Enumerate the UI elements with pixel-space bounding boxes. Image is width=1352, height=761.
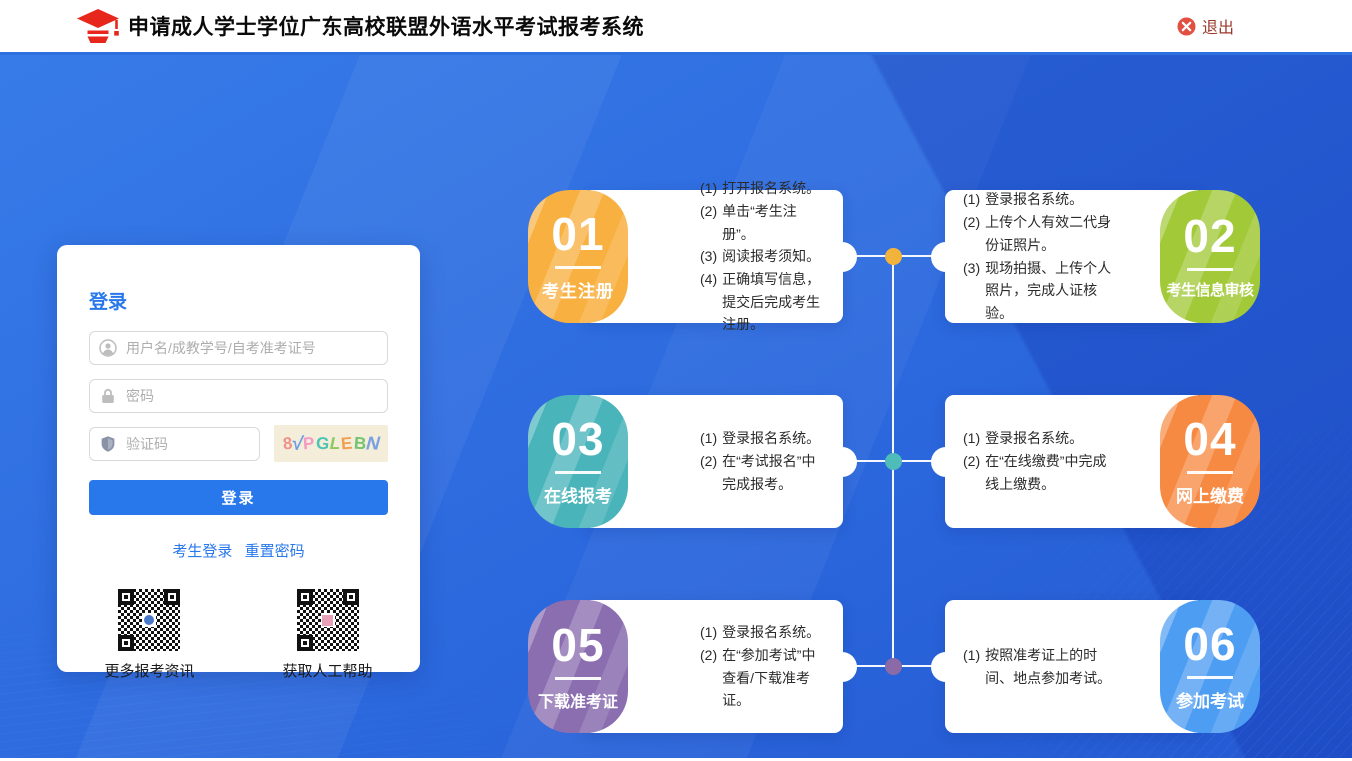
- qr-finder: [297, 589, 313, 605]
- step-text: 登录报名系统。: [722, 621, 820, 644]
- step-text: 登录报名系统。: [722, 427, 820, 450]
- connector-dot-2: [885, 453, 902, 470]
- badge-title: 网上缴费: [1176, 482, 1244, 507]
- password-row: [89, 379, 388, 413]
- step-text: 打开报名系统。: [722, 177, 820, 200]
- connector-dot-1: [885, 248, 902, 265]
- qr-finder: [118, 635, 134, 651]
- badge-divider: [555, 471, 601, 474]
- badge-number: 06: [1183, 621, 1236, 667]
- flow-badge-02: 02 考生信息审核: [1160, 190, 1260, 323]
- badge-title: 下载准考证: [538, 688, 618, 712]
- badge-divider: [1187, 268, 1233, 271]
- badge-number: 05: [551, 622, 604, 668]
- qr-code-more-info: [118, 589, 180, 651]
- badge-divider: [1187, 676, 1233, 679]
- step-text: 现场拍摄、上传个人照片，完成人证核验。: [985, 257, 1113, 325]
- badge-divider: [555, 677, 601, 680]
- step-text: 单击“考生注册”。: [722, 200, 823, 245]
- flow-card-06: (1)按照准考证上的时间、地点参加考试。 06 参加考试: [945, 600, 1260, 733]
- login-card: 登录 8: [57, 245, 420, 672]
- qr-finder: [297, 635, 313, 651]
- flow-badge-03: 03 在线报考: [528, 395, 628, 528]
- flow-badge-06: 06 参加考试: [1160, 600, 1260, 733]
- step-text: 阅读报考须知。: [722, 245, 820, 268]
- badge-title: 考生信息审核: [1166, 279, 1253, 300]
- badge-title: 在线报考: [544, 482, 612, 507]
- step-text: 在“考试报名”中完成报考。: [722, 450, 823, 495]
- captcha-char: E: [341, 433, 354, 454]
- captcha-char: P: [303, 433, 316, 454]
- graduation-cap-icon: [75, 6, 121, 48]
- connector-dot-3: [885, 658, 902, 675]
- password-input[interactable]: [89, 379, 388, 413]
- badge-number: 03: [551, 416, 604, 462]
- login-links: 考生登录 重置密码: [89, 540, 388, 561]
- qr-item-help: 获取人工帮助: [283, 589, 373, 681]
- step-text: 正确填写信息，提交后完成考生注册。: [722, 268, 823, 336]
- qr-center-logo: [321, 613, 335, 627]
- page-title: 申请成人学士学位广东高校联盟外语水平考试报考系统: [128, 0, 644, 52]
- flow-card-05: (1)登录报名系统。 (2)在“参加考试”中查看/下载准考证。 05 下载准考证: [528, 600, 843, 733]
- reset-password-link[interactable]: 重置密码: [245, 543, 305, 560]
- logout-label: 退出: [1202, 14, 1234, 38]
- badge-title: 参加考试: [1176, 687, 1244, 712]
- login-title: 登录: [89, 287, 388, 314]
- captcha-row: 8 √ P G L E B N: [89, 427, 388, 462]
- close-circle-icon: [1177, 17, 1196, 36]
- step-text: 上传个人有效二代身份证照片。: [985, 211, 1113, 256]
- flow-card-02: (1)登录报名系统。 (2)上传个人有效二代身份证照片。 (3)现场拍摄、上传个…: [945, 190, 1260, 323]
- flow-badge-05: 05 下载准考证: [528, 600, 628, 733]
- qr-code-help: [297, 589, 359, 651]
- badge-number: 04: [1183, 416, 1236, 462]
- student-login-link[interactable]: 考生登录: [172, 543, 232, 560]
- exam-registration-page: 申请成人学士学位广东高校联盟外语水平考试报考系统 退出 登录: [0, 0, 1352, 761]
- badge-divider: [1187, 471, 1233, 474]
- qr-finder: [164, 589, 180, 605]
- qr-row: 更多报考资讯 获取人工帮助: [89, 589, 388, 681]
- qr-label: 更多报考资讯: [104, 660, 194, 681]
- header-bar: 申请成人学士学位广东高校联盟外语水平考试报考系统 退出: [0, 0, 1352, 55]
- username-input[interactable]: [89, 331, 388, 365]
- flow-card-01: (1)打开报名系统。 (2)单击“考生注册”。 (3)阅读报考须知。 (4)正确…: [528, 190, 843, 323]
- qr-center-logo: [142, 613, 156, 627]
- step-text: 在“参加考试”中查看/下载准考证。: [722, 644, 823, 712]
- qr-label: 获取人工帮助: [283, 660, 373, 681]
- step-text: 在“在线缴费”中完成线上缴费。: [985, 450, 1113, 495]
- badge-number: 01: [551, 211, 604, 257]
- step-text: 按照准考证上的时间、地点参加考试。: [985, 644, 1113, 689]
- captcha-field: [89, 427, 260, 461]
- badge-title: 考生注册: [542, 277, 614, 302]
- step-text: 登录报名系统。: [985, 188, 1083, 211]
- badge-number: 02: [1183, 213, 1236, 259]
- shield-icon: [99, 435, 117, 453]
- qr-item-info: 更多报考资讯: [104, 589, 194, 681]
- flow-badge-04: 04 网上缴费: [1160, 395, 1260, 528]
- logout-button[interactable]: 退出: [1177, 0, 1234, 52]
- step-text: 登录报名系统。: [985, 427, 1083, 450]
- user-icon: [99, 339, 117, 357]
- badge-divider: [555, 266, 601, 269]
- login-button[interactable]: 登录: [89, 480, 388, 515]
- username-row: [89, 331, 388, 365]
- qr-finder: [343, 589, 359, 605]
- qr-finder: [118, 589, 134, 605]
- flow-badge-01: 01 考生注册: [528, 190, 628, 323]
- flow-card-04: (1)登录报名系统。 (2)在“在线缴费”中完成线上缴费。 04 网上缴费: [945, 395, 1260, 528]
- flow-card-03: (1)登录报名系统。 (2)在“考试报名”中完成报考。 03 在线报考: [528, 395, 843, 528]
- lock-icon: [99, 387, 117, 405]
- captcha-image[interactable]: 8 √ P G L E B N: [274, 425, 388, 462]
